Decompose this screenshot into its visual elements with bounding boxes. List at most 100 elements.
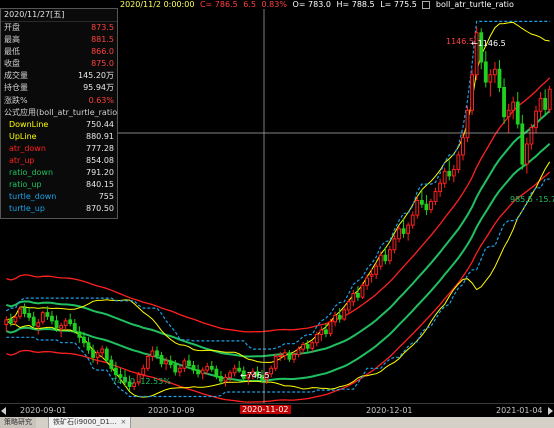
scroll-left-arrow-icon[interactable] <box>1 407 6 415</box>
candle-body <box>456 154 461 171</box>
x-axis: 2020-09-01 2020-10-09 2020-11-02 2020-12… <box>0 403 554 417</box>
tab-strategy-research[interactable]: 策略研究 <box>0 417 36 428</box>
indicator-value: 840.15 <box>86 180 114 190</box>
candle-body <box>8 318 13 324</box>
candle <box>191 360 196 374</box>
candle-body <box>196 369 200 375</box>
tab-iron-ore-chart[interactable]: 铁矿石(i9000_D1... × <box>48 417 132 428</box>
candle-body <box>397 228 401 240</box>
candle <box>538 92 543 119</box>
candle-body <box>538 97 543 112</box>
candle <box>223 373 228 387</box>
candle-body <box>287 352 292 360</box>
candle-body <box>200 369 205 375</box>
header-pct: 0.83% <box>261 0 287 9</box>
indicator-value: 777.28 <box>86 143 114 153</box>
candle-body <box>438 182 443 192</box>
scroll-right-arrow-icon[interactable] <box>548 407 553 415</box>
candle-body <box>91 349 95 358</box>
bottom-tab-bar: 策略研究 铁矿石(i9000_D1... × <box>0 417 554 428</box>
candle <box>95 350 100 365</box>
candle-body <box>209 365 214 370</box>
candle <box>493 61 497 83</box>
indicator-value: 880.91 <box>86 131 114 141</box>
candle-body <box>360 284 365 298</box>
candle <box>301 341 306 354</box>
candle-body <box>493 68 497 76</box>
candle-body <box>72 323 77 332</box>
candle-body <box>164 360 169 365</box>
candle <box>502 78 506 124</box>
candle-body <box>292 354 296 360</box>
candle <box>497 60 502 93</box>
header-high: H= 788.5 <box>336 0 375 9</box>
info-value: 866.0 <box>91 47 114 57</box>
candle-body <box>269 367 274 375</box>
candle <box>333 311 337 327</box>
candle <box>451 164 456 183</box>
candle <box>40 310 45 325</box>
indicator-row-ratio-up: ratio_up 840.15 <box>1 179 117 191</box>
indicator-label: DownLine <box>9 119 49 129</box>
candle-body <box>529 127 534 145</box>
candle-body <box>191 365 196 371</box>
candle-body <box>337 314 342 320</box>
candle-body <box>314 334 319 344</box>
indicator-value: 755 <box>98 192 114 202</box>
candle-body <box>488 74 493 83</box>
indicator-label: atr_down <box>9 143 46 153</box>
candle-body <box>150 350 155 357</box>
candle-body <box>155 350 159 357</box>
candle <box>547 85 552 114</box>
candle-body <box>447 170 452 177</box>
candle-body <box>511 101 516 111</box>
candle <box>356 286 360 301</box>
candle <box>438 178 443 197</box>
candle-body <box>520 123 525 165</box>
candle-body <box>387 249 392 262</box>
candle-body <box>82 336 86 344</box>
indicator-row-turtle-up: turtle_up 870.50 <box>1 203 117 215</box>
candle-body <box>365 277 369 286</box>
candle-body <box>54 320 59 329</box>
candle <box>488 69 493 97</box>
info-label: 最低 <box>4 47 20 57</box>
candle <box>365 274 369 290</box>
indicator-value: 791.20 <box>86 168 114 178</box>
candle-body <box>36 322 41 327</box>
tab-close-icon[interactable]: × <box>121 418 127 426</box>
candle-body <box>465 109 470 139</box>
indicator-value: 870.50 <box>86 204 114 214</box>
quote-info-panel: 2020/11/27[五] 开盘 873.5 最高 881.5 最低 866.0 收盘… <box>0 8 118 219</box>
candle-body <box>50 315 54 322</box>
info-row-close: 收盘 875.0 <box>1 58 117 70</box>
candle-body <box>319 329 324 336</box>
candle-body <box>4 319 9 326</box>
candle-body <box>109 359 114 369</box>
info-row-high: 最高 881.5 <box>1 34 117 46</box>
candle-body <box>328 321 333 335</box>
indicator-row-atr-down: atr_down 777.28 <box>1 143 117 155</box>
candle-body <box>410 214 415 226</box>
candle <box>378 251 383 270</box>
indicator-label: UpLine <box>9 131 37 141</box>
candle-body <box>342 309 347 320</box>
candle <box>442 167 447 188</box>
candle-body <box>310 342 315 349</box>
candle-body <box>451 169 456 177</box>
candle <box>360 282 365 299</box>
header-close: C= 786.5 <box>199 0 238 9</box>
candle-body <box>515 101 520 125</box>
candle-body <box>205 365 210 371</box>
candle <box>534 105 538 134</box>
info-value: 0.63% <box>88 95 114 105</box>
indicator-label: turtle_up <box>9 204 45 214</box>
indicator-row-turtle-down: turtle_down 755 <box>1 191 117 203</box>
indicator-label: ratio_down <box>9 168 54 178</box>
candle-body <box>401 228 406 234</box>
candle <box>342 307 347 321</box>
candle-body <box>282 352 287 357</box>
candle <box>219 371 223 385</box>
candle <box>232 364 237 377</box>
candle <box>415 196 420 219</box>
